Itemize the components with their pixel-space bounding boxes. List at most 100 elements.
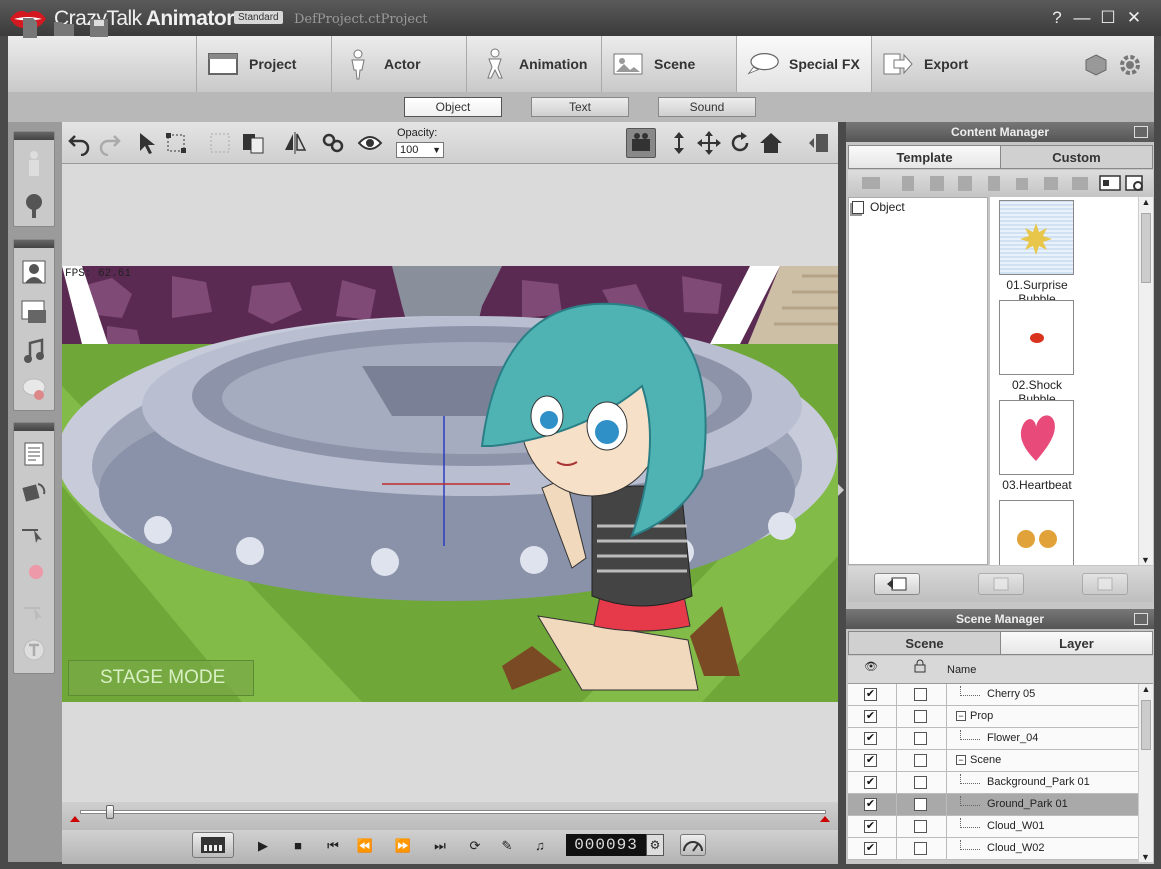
portrait-icon[interactable] <box>20 258 48 286</box>
tab-animation[interactable]: Animation <box>466 36 601 92</box>
opacity-select[interactable]: 100 ▼ <box>396 142 444 158</box>
scene-row[interactable]: ✔ Cherry 05 <box>848 684 1138 706</box>
loop-icon[interactable]: ⟳ <box>462 834 488 858</box>
stage-mode-button[interactable]: STAGE MODE <box>68 660 254 696</box>
lock-checkbox[interactable] <box>914 842 927 855</box>
speed-meter-button[interactable] <box>680 834 706 856</box>
tab-export[interactable]: Export <box>871 36 1006 92</box>
tree-item-object[interactable]: Object <box>852 200 905 214</box>
content-tool-icons[interactable] <box>858 173 1148 193</box>
tab-scene[interactable]: Scene <box>601 36 736 92</box>
range-start-marker[interactable] <box>70 816 80 822</box>
save-icon[interactable] <box>87 16 111 40</box>
scene-row[interactable]: ✔ − Scene <box>848 750 1138 772</box>
tab-template[interactable]: Template <box>848 145 1001 169</box>
collapse-group-icon[interactable]: − <box>956 711 966 721</box>
tab-actor[interactable]: Actor <box>331 36 466 92</box>
actor-icon[interactable] <box>20 150 48 178</box>
subtab-sound[interactable]: Sound <box>658 97 756 117</box>
open-folder-icon[interactable] <box>52 16 76 40</box>
group-icon[interactable] <box>207 130 233 156</box>
range-end-marker[interactable] <box>820 816 830 822</box>
lock-checkbox[interactable] <box>914 688 927 701</box>
tab-scene-list[interactable]: Scene <box>848 631 1001 655</box>
collapse-group-icon[interactable]: − <box>956 755 966 765</box>
visibility-checkbox[interactable]: ✔ <box>864 842 877 855</box>
fast-forward-icon[interactable]: ⏩ <box>390 834 416 858</box>
lock-checkbox[interactable] <box>914 776 927 789</box>
export-content-button[interactable] <box>1082 573 1128 595</box>
scene-row[interactable]: ✔ − Prop <box>848 706 1138 728</box>
link-icon[interactable] <box>320 130 346 156</box>
stop-icon[interactable]: ■ <box>285 834 311 858</box>
visibility-checkbox[interactable]: ✔ <box>864 688 877 701</box>
audio-note-icon[interactable]: ♫ <box>527 834 553 858</box>
frame-counter[interactable]: 000093 <box>566 834 646 856</box>
visibility-checkbox[interactable]: ✔ <box>864 798 877 811</box>
redo-icon[interactable] <box>96 130 122 156</box>
scene-row[interactable]: ✔ Background_Park 01 <box>848 772 1138 794</box>
apply-content-button[interactable] <box>874 573 920 595</box>
tree-icon[interactable] <box>20 192 48 220</box>
content-item-surprise-bubble[interactable] <box>999 200 1074 275</box>
collapse-icon[interactable] <box>1134 613 1148 625</box>
scene-scrollbar[interactable]: ▲ ▼ <box>1138 684 1153 862</box>
visibility-checkbox[interactable]: ✔ <box>864 754 877 767</box>
visibility-checkbox[interactable]: ✔ <box>864 710 877 723</box>
timeline-scrubber[interactable] <box>106 805 114 819</box>
scene-row[interactable]: ✔ Cloud_W02 <box>848 838 1138 860</box>
panel-splitter-arrow-icon[interactable] <box>838 484 844 496</box>
flip-icon[interactable] <box>282 130 308 156</box>
rotate-icon[interactable] <box>727 130 753 156</box>
voice-icon[interactable]: ✎ <box>494 834 520 858</box>
scene-row[interactable]: ✔ Cloud_W01 <box>848 816 1138 838</box>
add-content-button[interactable] <box>978 573 1024 595</box>
rewind-icon[interactable]: ⏪ <box>352 834 378 858</box>
cube-icon[interactable] <box>1084 54 1108 76</box>
maximize-button[interactable]: ☐ <box>1096 6 1120 30</box>
lock-checkbox[interactable] <box>914 732 927 745</box>
content-item-heartbeat[interactable] <box>999 400 1074 475</box>
visibility-checkbox[interactable]: ✔ <box>864 776 877 789</box>
lock-checkbox[interactable] <box>914 820 927 833</box>
text-icon[interactable] <box>20 636 48 664</box>
counter-settings-icon[interactable]: ⚙ <box>646 834 664 856</box>
content-item-shock-bubble[interactable] <box>999 300 1074 375</box>
lock-checkbox[interactable] <box>914 710 927 723</box>
subtab-object[interactable]: Object <box>404 97 502 117</box>
go-to-start-icon[interactable]: ⏮ <box>320 834 346 858</box>
script-icon[interactable] <box>20 440 48 468</box>
tab-layer[interactable]: Layer <box>1000 631 1153 655</box>
collapse-icon[interactable] <box>1134 126 1148 138</box>
play-icon[interactable]: ▶ <box>250 834 276 858</box>
subtab-text[interactable]: Text <box>531 97 629 117</box>
timeline-track[interactable] <box>80 810 826 814</box>
stage-canvas[interactable] <box>62 266 838 702</box>
visibility-checkbox[interactable]: ✔ <box>864 820 877 833</box>
tab-project[interactable]: Project <box>196 36 331 92</box>
record-icon[interactable] <box>20 558 48 586</box>
home-icon[interactable] <box>758 130 784 156</box>
pointer-path-icon[interactable] <box>20 520 48 548</box>
panel-collapse-icon[interactable] <box>806 130 832 156</box>
lock-checkbox[interactable] <box>914 754 927 767</box>
tab-special-fx[interactable]: Special FX <box>736 36 871 92</box>
content-item-4[interactable] <box>999 500 1074 565</box>
select-arrow-icon[interactable] <box>133 130 159 156</box>
undo-icon[interactable] <box>67 130 93 156</box>
scene-row[interactable]: ✔ Flower_04 <box>848 728 1138 750</box>
scene-row[interactable]: ✔ Ground_Park 01 <box>848 794 1138 816</box>
transform-box-icon[interactable] <box>164 130 190 156</box>
image-film-icon[interactable] <box>20 298 48 326</box>
tab-custom[interactable]: Custom <box>1000 145 1153 169</box>
move-all-icon[interactable] <box>696 130 722 156</box>
move-vertical-icon[interactable] <box>666 130 692 156</box>
chat-bubble-icon[interactable] <box>20 376 48 404</box>
help-button[interactable]: ? <box>1045 6 1069 30</box>
transform-icon[interactable] <box>20 480 48 508</box>
timeline-editor-button[interactable] <box>192 832 234 858</box>
go-to-end-icon[interactable]: ⏭ <box>427 834 453 858</box>
eye-icon[interactable] <box>357 130 383 156</box>
lock-checkbox[interactable] <box>914 798 927 811</box>
close-button[interactable]: ✕ <box>1122 6 1146 30</box>
